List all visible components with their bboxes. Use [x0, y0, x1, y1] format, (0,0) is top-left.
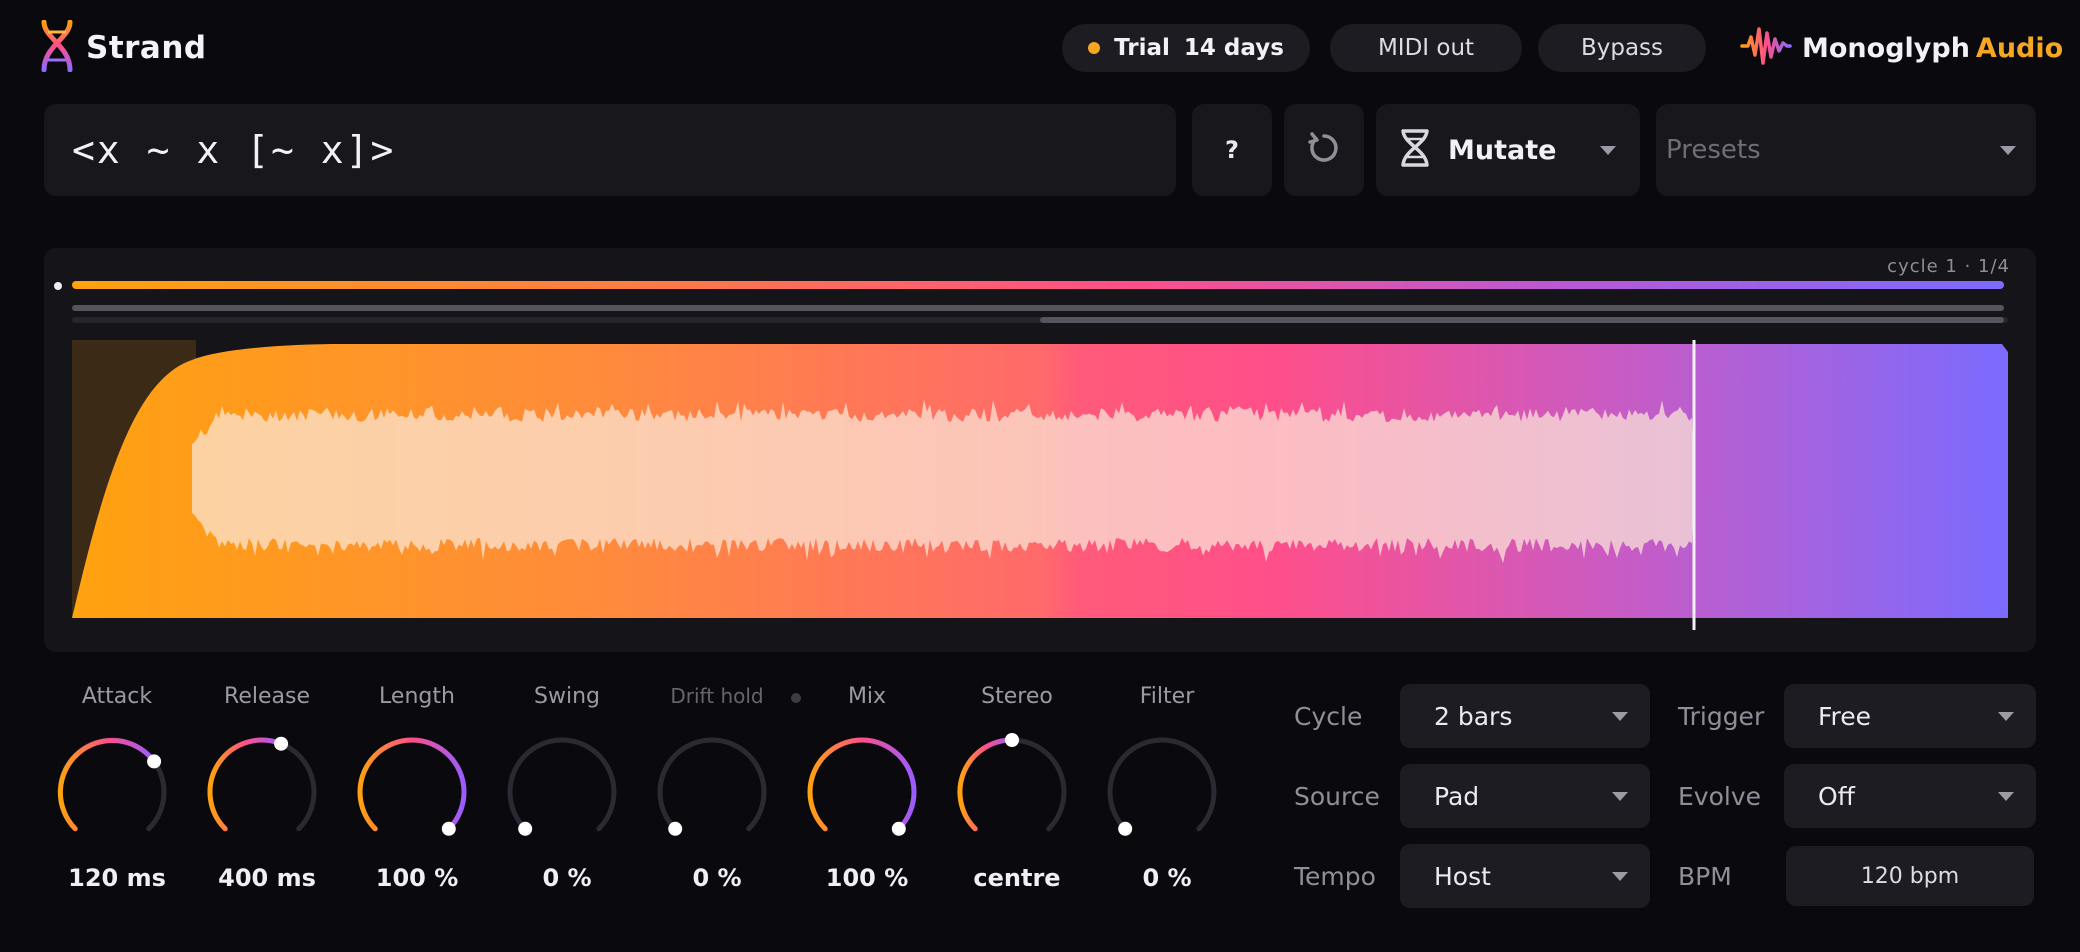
knob-value: 400 ms [218, 864, 316, 892]
help-button[interactable]: ? [1192, 104, 1272, 196]
knob-mix[interactable]: Mix 100 % [802, 680, 932, 910]
waveform-logo-icon [1740, 23, 1792, 73]
knob-value: centre [973, 864, 1061, 892]
knob-dial[interactable] [652, 732, 772, 852]
tempo-label: Tempo [1294, 861, 1376, 891]
progress-start-dot [54, 282, 62, 290]
knob-filter[interactable]: Filter 0 % [1102, 680, 1232, 910]
bpm-label: BPM [1678, 861, 1732, 891]
app-title: Strand [86, 30, 207, 66]
chevron-down-icon [1600, 146, 1616, 155]
tempo-select[interactable]: Host [1400, 844, 1650, 908]
knob-handle[interactable] [274, 736, 289, 751]
trial-label: Trial [1114, 35, 1170, 61]
trigger-label: Trigger [1678, 701, 1765, 731]
knob-value: 0 % [692, 864, 742, 892]
knob-value: 0 % [1142, 864, 1192, 892]
knob-dial[interactable] [52, 732, 172, 852]
vendor-name: Monoglyph [1802, 32, 1970, 64]
chevron-down-icon [2000, 146, 2016, 155]
presets-placeholder: Presets [1666, 135, 1761, 165]
knob-label: Stereo [981, 684, 1053, 709]
tempo-value: Host [1434, 861, 1491, 891]
bypass-button[interactable]: Bypass [1538, 24, 1706, 72]
knob-label: Length [379, 684, 455, 709]
knob-handle[interactable] [147, 754, 162, 769]
source-value: Pad [1434, 781, 1480, 811]
chevron-down-icon [1612, 872, 1628, 881]
knob-attack[interactable]: Attack 120 ms [52, 680, 182, 910]
knob-dial[interactable] [952, 732, 1072, 852]
cycle-progress-bar [72, 281, 2004, 289]
knob-release[interactable]: Release 400 ms [202, 680, 332, 910]
knob-handle[interactable] [518, 821, 533, 836]
knob-handle[interactable] [1005, 733, 1019, 747]
trigger-value: Free [1818, 701, 1872, 731]
evolve-label: Evolve [1678, 781, 1762, 811]
knob-handle[interactable] [668, 821, 683, 836]
knob-label: Release [224, 684, 310, 709]
pattern-text: <x ~ x [~ x]> [72, 128, 396, 172]
knob-label: Filter [1139, 684, 1195, 709]
audio-waveform [192, 399, 1694, 564]
waveform-panel: cycle 1 · 1/4 [44, 248, 2036, 652]
chevron-down-icon [1612, 712, 1628, 721]
reset-button[interactable] [1284, 104, 1364, 196]
vendor-accent: Audio [1975, 32, 2064, 64]
knob-dial[interactable] [1102, 732, 1222, 852]
bpm-field[interactable]: 120 bpm [1786, 846, 2034, 906]
app-brand: Strand [40, 19, 207, 76]
step-track-1 [72, 305, 2004, 311]
cycle-indicator: cycle 1 · 1/4 [1887, 256, 2010, 277]
cycle-value: 2 bars [1434, 701, 1513, 731]
presets-dropdown[interactable]: Presets [1656, 104, 2036, 196]
source-select[interactable]: Pad [1400, 764, 1650, 828]
drift-hold-indicator[interactable] [791, 693, 801, 703]
refresh-icon [1306, 130, 1342, 170]
chevron-down-icon [1998, 792, 2014, 801]
knob-handle[interactable] [1118, 821, 1133, 836]
knob-handle[interactable] [891, 821, 906, 836]
waveform-display[interactable] [72, 340, 2008, 640]
knob-dial[interactable] [352, 732, 472, 852]
knob-value: 100 % [825, 864, 909, 892]
knob-dial[interactable] [502, 732, 622, 852]
knob-value: 120 ms [68, 864, 166, 892]
vendor-logo: Monoglyph Audio [1740, 22, 2063, 74]
dna-logo-icon [40, 19, 74, 76]
cycle-select[interactable]: 2 bars [1400, 684, 1650, 748]
knob-label: Mix [847, 684, 887, 709]
evolve-select[interactable]: Off [1784, 764, 2036, 828]
knob-handle[interactable] [441, 821, 456, 836]
chevron-down-icon [1998, 712, 2014, 721]
knob-label: Attack [81, 684, 153, 709]
knob-dial[interactable] [802, 732, 922, 852]
mutate-dropdown[interactable]: Mutate [1376, 104, 1640, 196]
step-track-2 [1040, 317, 2004, 323]
trigger-select[interactable]: Free [1784, 684, 2036, 748]
cycle-label: Cycle [1294, 701, 1363, 731]
knob-length[interactable]: Length 100 % [352, 680, 482, 910]
knob-label: Drift hold [670, 684, 764, 708]
pattern-input[interactable]: <x ~ x [~ x]> [44, 104, 1176, 196]
trial-days: 14 days [1183, 35, 1284, 61]
trial-badge[interactable]: Trial 14 days [1062, 24, 1310, 72]
mutate-label: Mutate [1448, 134, 1557, 166]
knob-drift-hold[interactable]: Drift hold 0 % [652, 680, 782, 910]
knob-stereo[interactable]: Stereo centre [952, 680, 1082, 910]
knob-label: Swing [534, 684, 600, 709]
source-label: Source [1294, 781, 1380, 811]
knob-swing[interactable]: Swing 0 % [502, 680, 632, 910]
evolve-value: Off [1818, 781, 1855, 811]
knob-dial[interactable] [202, 732, 322, 852]
knob-value: 0 % [542, 864, 592, 892]
knob-value: 100 % [375, 864, 459, 892]
dna-icon [1398, 128, 1432, 172]
trial-status-dot [1088, 42, 1101, 54]
midi-out-button[interactable]: MIDI out [1330, 24, 1522, 72]
chevron-down-icon [1612, 792, 1628, 801]
